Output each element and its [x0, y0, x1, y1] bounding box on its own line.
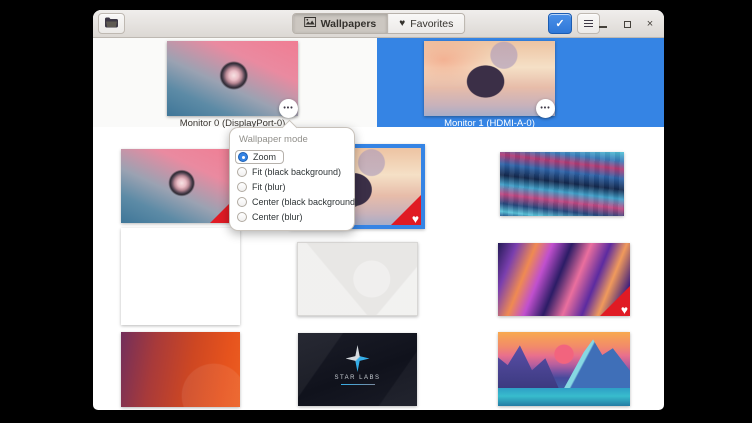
screen: Wallpapers ♥ Favorites ✓ ×	[0, 0, 752, 423]
wallpaper-thumb-glitch-clouds[interactable]	[500, 152, 624, 216]
wallpaper-thumb-loading-placeholder[interactable]	[297, 242, 418, 316]
maximize-icon	[624, 21, 631, 28]
wallpaper-thumb-pink-asteroid[interactable]: ♥	[121, 149, 240, 223]
tab-favorites[interactable]: ♥ Favorites	[387, 14, 464, 33]
wallpaper-app-window: Wallpapers ♥ Favorites ✓ ×	[93, 10, 664, 410]
option-center-blur-label: Center (blur)	[252, 212, 303, 222]
hamburger-icon	[584, 20, 593, 27]
apply-wallpaper-button[interactable]: ✓	[548, 13, 572, 34]
wallpaper-mode-popover: Wallpaper mode Zoom Fit (black backgroun…	[229, 127, 355, 231]
favorite-badge: ♥	[600, 286, 630, 316]
view-switcher: Wallpapers ♥ Favorites	[292, 13, 466, 34]
option-center-blur[interactable]: Center (blur)	[237, 209, 347, 224]
star-labs-underline	[341, 384, 375, 385]
wallpaper-thumb-mountain-lake[interactable]	[498, 332, 630, 406]
open-folder-button[interactable]	[98, 13, 125, 34]
monitor-1-options-button[interactable]: •••	[536, 99, 555, 118]
option-center-black[interactable]: Center (black background)	[237, 194, 347, 209]
heart-icon: ♥	[621, 303, 628, 316]
wallpaper-thumb-purple-waves[interactable]: ♥	[498, 243, 630, 316]
radio-icon[interactable]	[237, 197, 247, 207]
wallpaper-thumb-ink-smoke[interactable]	[121, 228, 240, 325]
folder-open-icon	[105, 15, 118, 33]
option-zoom-label: Zoom	[253, 152, 276, 162]
maximize-button[interactable]	[618, 10, 636, 38]
monitor-1-label: Monitor 1 (HDMI-A-0)	[424, 118, 555, 129]
monitor-0-preview[interactable]	[167, 41, 298, 116]
monitor-0-options-button[interactable]: •••	[279, 99, 298, 118]
radio-icon[interactable]	[237, 182, 247, 192]
option-center-black-label: Center (black background)	[252, 197, 358, 207]
wallpaper-thumb-star-labs[interactable]: STAR LABS	[298, 333, 417, 406]
heart-icon: ♥	[399, 18, 405, 29]
close-button[interactable]: ×	[641, 10, 659, 38]
monitor-1-preview[interactable]	[424, 41, 555, 116]
star-labs-logo-icon	[346, 345, 370, 372]
ellipsis-icon: •••	[540, 105, 550, 112]
radio-icon[interactable]	[237, 212, 247, 222]
water-shape	[498, 388, 630, 406]
wallpaper-thumb-orange-gradient[interactable]	[121, 332, 240, 407]
option-fit-black[interactable]: Fit (black background)	[237, 164, 347, 179]
tab-favorites-label: Favorites	[410, 18, 453, 30]
tab-wallpapers-label: Wallpapers	[321, 18, 377, 30]
option-fit-blur-label: Fit (blur)	[252, 182, 286, 192]
ellipsis-icon: •••	[283, 105, 293, 112]
titlebar: Wallpapers ♥ Favorites ✓ ×	[93, 10, 664, 38]
image-icon	[304, 17, 316, 30]
checkmark-icon: ✓	[555, 17, 564, 30]
minimize-button[interactable]	[594, 10, 612, 38]
mountain-shape	[564, 339, 630, 388]
star-labs-caption: STAR LABS	[298, 375, 417, 381]
option-fit-black-label: Fit (black background)	[252, 167, 341, 177]
radio-selected-icon[interactable]	[238, 152, 248, 162]
focus-ring: Zoom	[235, 150, 284, 164]
heart-icon: ♥	[412, 212, 419, 226]
tab-wallpapers[interactable]: Wallpapers	[293, 14, 388, 33]
popover-title: Wallpaper mode	[239, 134, 347, 145]
radio-icon[interactable]	[237, 167, 247, 177]
option-fit-blur[interactable]: Fit (blur)	[237, 179, 347, 194]
close-icon: ×	[647, 18, 653, 30]
option-zoom[interactable]: Zoom	[237, 149, 347, 164]
mountain-shape	[498, 345, 559, 388]
minimize-icon	[599, 26, 607, 28]
